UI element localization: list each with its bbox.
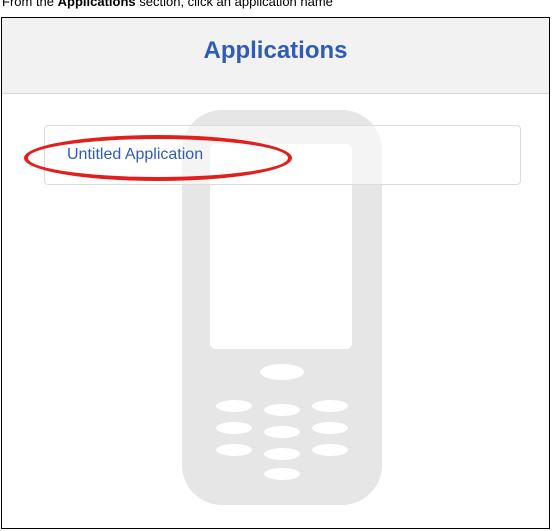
instruction-prefix: From the [2, 0, 58, 9]
application-name-link[interactable]: Untitled Application [67, 146, 203, 164]
instruction-emphasis: Applications [57, 0, 136, 9]
panel-header: Applications [2, 18, 549, 94]
instruction-text: From the Applications section, click an … [2, 0, 333, 10]
panel-title: Applications [203, 37, 348, 64]
application-list-item[interactable]: Untitled Application [44, 125, 521, 185]
applications-panel: Applications Untitled Application [1, 17, 550, 529]
instruction-suffix: section, click an application name [135, 0, 333, 9]
